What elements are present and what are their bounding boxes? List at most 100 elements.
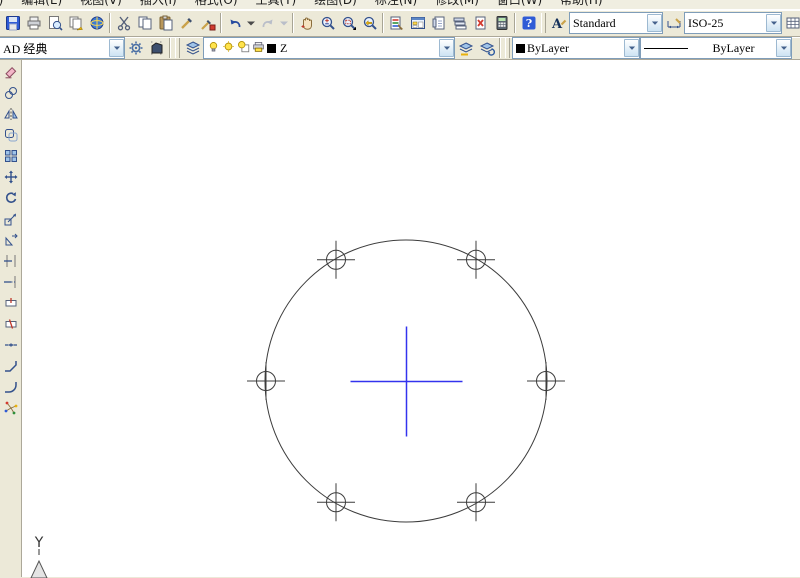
block-editor-button[interactable] (197, 13, 218, 34)
plot-button[interactable] (23, 13, 44, 34)
design-center-button[interactable] (407, 13, 428, 34)
svg-text:?: ? (525, 17, 531, 30)
toolbar-separator (499, 38, 501, 58)
layer-combo-arrow[interactable] (439, 39, 454, 57)
help-button[interactable]: ? (518, 13, 539, 34)
workspace-value: AD 经典 (3, 40, 47, 57)
text-style-button[interactable]: A (548, 13, 569, 34)
layer-color-swatch[interactable] (267, 44, 276, 53)
properties-icon (389, 15, 405, 31)
mirror-button[interactable] (1, 103, 21, 124)
markup-set-manager-button[interactable] (470, 13, 491, 34)
offset-button[interactable] (1, 124, 21, 145)
rotate-button[interactable] (1, 187, 21, 208)
menu-item[interactable]: 工具(T) (247, 0, 306, 9)
linetype-combo[interactable]: ByLayer (640, 37, 792, 59)
toolbar-grip[interactable] (505, 38, 510, 58)
move-icon (3, 169, 19, 185)
menu-item[interactable]: 文件(F) (0, 0, 12, 9)
move-button[interactable] (1, 166, 21, 187)
stretch-button[interactable] (1, 229, 21, 250)
properties-button[interactable] (386, 13, 407, 34)
workspace-settings-button[interactable] (125, 38, 146, 59)
color-combo-arrow[interactable] (624, 39, 639, 57)
my-workspace-icon (149, 40, 165, 56)
sheet-set-manager-button[interactable] (449, 13, 470, 34)
undo-button[interactable] (224, 13, 245, 34)
fillet-button[interactable] (1, 376, 21, 397)
extend-button[interactable] (1, 271, 21, 292)
menu-item[interactable]: 格式(O) (186, 0, 247, 9)
menu-item[interactable]: 视图(V) (71, 0, 131, 9)
table-style-button[interactable] (782, 13, 800, 34)
sun-icon[interactable] (222, 40, 235, 57)
menu-item[interactable]: 标注(N) (366, 0, 426, 9)
sheet-set-manager-icon (452, 15, 468, 31)
scale-icon (3, 211, 19, 227)
trim-button[interactable] (1, 250, 21, 271)
match-properties-button[interactable] (176, 13, 197, 34)
undo-icon (227, 15, 243, 31)
menu-item[interactable]: 窗口(W) (488, 0, 551, 9)
save-button[interactable] (2, 13, 23, 34)
menu-item[interactable]: 绘图(D) (305, 0, 366, 9)
tool-palettes-icon (431, 15, 447, 31)
layer-make-current-button[interactable] (455, 38, 476, 59)
workspace-combo[interactable]: AD 经典 (0, 37, 125, 59)
workspace-combo-arrow[interactable] (109, 39, 124, 57)
toolbar-grip[interactable] (541, 13, 546, 33)
scale-button[interactable] (1, 208, 21, 229)
my-workspace-button[interactable] (146, 38, 167, 59)
copy-clip-button[interactable] (134, 13, 155, 34)
sun-page-icon[interactable] (237, 40, 250, 57)
toolbar-grip[interactable] (175, 38, 180, 58)
dim-style-combo-arrow[interactable] (766, 14, 781, 32)
3d-dwf-button[interactable] (86, 13, 107, 34)
chamfer-icon (3, 358, 19, 374)
cut-button[interactable] (113, 13, 134, 34)
menu-item[interactable]: 修改(M) (426, 0, 488, 9)
break-at-point-button[interactable] (1, 292, 21, 313)
toolbar-separator (292, 13, 294, 33)
tool-palettes-button[interactable] (428, 13, 449, 34)
join-icon (3, 337, 19, 353)
join-button[interactable] (1, 334, 21, 355)
array-button[interactable] (1, 145, 21, 166)
linetype-value: ByLayer (713, 41, 755, 56)
undo-dropdown-button[interactable] (245, 13, 257, 34)
drawing-canvas[interactable]: Y (22, 60, 800, 578)
redo-button[interactable] (257, 13, 278, 34)
menu-item[interactable]: 插入(I) (131, 0, 186, 9)
pan-button[interactable] (296, 13, 317, 34)
menu-item[interactable]: 帮助(H) (551, 0, 611, 9)
zoom-previous-button[interactable] (359, 13, 380, 34)
chamfer-button[interactable] (1, 355, 21, 376)
text-style-combo-arrow[interactable] (647, 14, 662, 32)
text-style-combo[interactable]: Standard (569, 12, 663, 34)
erase-button[interactable] (1, 61, 21, 82)
dim-style-button[interactable] (663, 13, 684, 34)
paste-button[interactable] (155, 13, 176, 34)
redo-dropdown-button[interactable] (278, 13, 290, 34)
plot-small-icon[interactable] (252, 40, 265, 57)
layer-combo[interactable]: Z (203, 37, 455, 59)
layer-previous-button[interactable] (476, 38, 497, 59)
bulb-icon[interactable] (207, 40, 220, 57)
menu-item[interactable]: 编辑(E) (12, 0, 71, 9)
zoom-realtime-button[interactable] (317, 13, 338, 34)
publish-button[interactable] (65, 13, 86, 34)
object-color-combo[interactable]: ByLayer (512, 37, 640, 59)
layer-properties-manager-button[interactable] (182, 38, 203, 59)
copy-object-button[interactable] (1, 82, 21, 103)
quick-calc-button[interactable] (491, 13, 512, 34)
dim-style-combo[interactable]: ISO-25 (684, 12, 782, 34)
dim-style-value: ISO-25 (688, 16, 723, 31)
plot-preview-button[interactable] (44, 13, 65, 34)
explode-button[interactable] (1, 397, 21, 418)
redo-dropdown-icon (276, 15, 292, 31)
break-button[interactable] (1, 313, 21, 334)
linetype-combo-arrow[interactable] (776, 39, 791, 57)
zoom-window-button[interactable] (338, 13, 359, 34)
linetype-sample (644, 48, 688, 49)
layer-make-current-icon (458, 40, 474, 56)
